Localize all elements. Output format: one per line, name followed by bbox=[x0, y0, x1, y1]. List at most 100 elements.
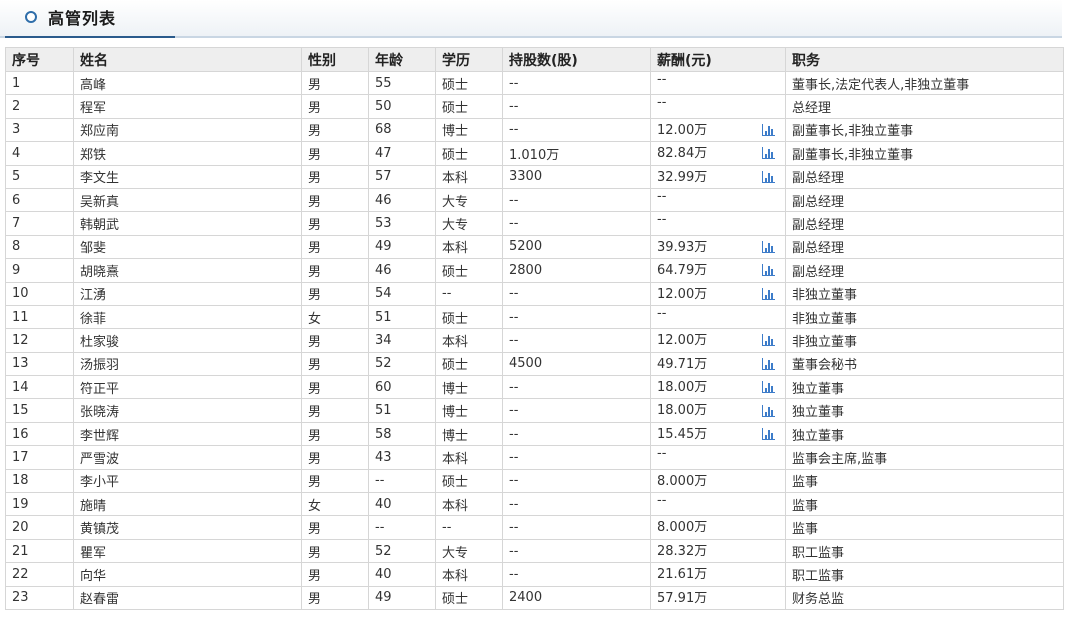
cell-age: 57 bbox=[368, 164, 436, 189]
bar-chart-icon[interactable] bbox=[762, 147, 775, 160]
page-title: 高管列表 bbox=[48, 9, 117, 28]
cell-shares: -- bbox=[502, 515, 651, 540]
salary-cell-wrap: -- bbox=[657, 493, 785, 515]
cell-position: 董事会秘书 bbox=[785, 351, 1064, 377]
cell-position: 监事 bbox=[785, 492, 1064, 517]
cell-salary: -- bbox=[650, 187, 786, 213]
cell-gender: 男 bbox=[301, 117, 369, 143]
cell-position: 副总经理 bbox=[785, 187, 1064, 213]
cell-name: 符正平 bbox=[73, 375, 302, 400]
cell-education: 硕士 bbox=[435, 304, 503, 330]
cell-no: 8 bbox=[5, 234, 74, 260]
column-header-name: 姓名 bbox=[73, 47, 302, 72]
salary-cell-wrap: -- bbox=[657, 189, 785, 210]
salary-value: 18.00万 bbox=[657, 403, 708, 419]
cell-shares: -- bbox=[502, 421, 651, 447]
table-row: 22 向华男 40 本科 -- 21.61万 职工监事 bbox=[5, 562, 1064, 587]
cell-name: 李世辉 bbox=[73, 421, 302, 447]
cell-salary: 28.32万 bbox=[650, 538, 786, 564]
cell-shares: -- bbox=[502, 187, 651, 213]
cell-salary: -- bbox=[650, 492, 786, 517]
cell-age: 54 bbox=[368, 281, 436, 306]
bar-chart-icon[interactable] bbox=[762, 170, 775, 183]
cell-salary: -- bbox=[650, 445, 786, 470]
cell-no: 19 bbox=[5, 492, 74, 517]
salary-cell-wrap: 12.00万 bbox=[657, 283, 785, 304]
cell-gender: 女 bbox=[301, 492, 369, 517]
cell-salary: 8.000万 bbox=[650, 515, 786, 540]
cell-position: 副董事长,非独立董事 bbox=[785, 141, 1064, 166]
cell-age: 50 bbox=[368, 94, 436, 119]
cell-gender: 女 bbox=[301, 304, 369, 330]
cell-position: 财务总监 bbox=[785, 585, 1064, 610]
cell-age: 40 bbox=[368, 492, 436, 517]
cell-name: 严雪波 bbox=[73, 445, 302, 470]
cell-education: 大专 bbox=[435, 187, 503, 213]
cell-position: 副总经理 bbox=[785, 258, 1064, 283]
cell-age: 49 bbox=[368, 585, 436, 610]
table-row: 5 李文生男 57 本科 3300 32.99万 副总经理 bbox=[5, 164, 1064, 189]
salary-value: -- bbox=[657, 493, 667, 509]
cell-name: 郑应南 bbox=[73, 117, 302, 143]
cell-no: 3 bbox=[5, 117, 74, 143]
cell-salary: 12.00万 bbox=[650, 328, 786, 353]
circle-bullet-icon bbox=[25, 11, 37, 23]
cell-no: 1 bbox=[5, 70, 74, 96]
salary-cell-wrap: 32.99万 bbox=[657, 166, 785, 187]
cell-shares: -- bbox=[502, 281, 651, 306]
cell-salary: 18.00万 bbox=[650, 398, 786, 423]
cell-gender: 男 bbox=[301, 515, 369, 540]
cell-shares: -- bbox=[502, 211, 651, 236]
bar-chart-icon[interactable] bbox=[762, 334, 775, 347]
cell-no: 9 bbox=[5, 258, 74, 283]
cell-education: 本科 bbox=[435, 492, 503, 517]
title-underline bbox=[5, 36, 175, 38]
salary-cell-wrap: 15.45万 bbox=[657, 423, 785, 444]
table-row: 20 黄镇茂男 -- -- -- 8.000万 监事 bbox=[5, 515, 1064, 540]
bar-chart-icon[interactable] bbox=[762, 404, 775, 417]
cell-name: 向华 bbox=[73, 562, 302, 587]
salary-cell-wrap: 21.61万 bbox=[657, 564, 785, 585]
table-header-row: 序号 姓名 性别 年龄 学历 持股数(股) 薪酬(元) 职务 bbox=[5, 47, 1064, 72]
bar-chart-icon[interactable] bbox=[762, 357, 775, 370]
cell-education: 硕士 bbox=[435, 258, 503, 283]
bar-chart-icon[interactable] bbox=[762, 123, 775, 136]
cell-position: 非独立董事 bbox=[785, 304, 1064, 330]
bar-chart-icon[interactable] bbox=[762, 428, 775, 441]
cell-no: 11 bbox=[5, 304, 74, 330]
cell-salary: 57.91万 bbox=[650, 585, 786, 610]
cell-salary: 32.99万 bbox=[650, 164, 786, 189]
cell-name: 吴新真 bbox=[73, 187, 302, 213]
cell-name: 黄镇茂 bbox=[73, 515, 302, 540]
cell-position: 职工监事 bbox=[785, 562, 1064, 587]
cell-age: -- bbox=[368, 515, 436, 540]
salary-value: 64.79万 bbox=[657, 263, 708, 279]
salary-cell-wrap: 12.00万 bbox=[657, 119, 785, 140]
cell-education: 本科 bbox=[435, 562, 503, 587]
cell-no: 2 bbox=[5, 94, 74, 119]
cell-education: -- bbox=[435, 281, 503, 306]
cell-position: 副董事长,非独立董事 bbox=[785, 117, 1064, 143]
cell-salary: 8.000万 bbox=[650, 468, 786, 494]
table-row: 16 李世辉男 58 博士 -- 15.45万 独立董事 bbox=[5, 421, 1064, 447]
bar-chart-icon[interactable] bbox=[762, 381, 775, 394]
cell-education: 本科 bbox=[435, 328, 503, 353]
cell-age: 43 bbox=[368, 445, 436, 470]
cell-position: 副总经理 bbox=[785, 211, 1064, 236]
cell-gender: 男 bbox=[301, 562, 369, 587]
cell-name: 高峰 bbox=[73, 70, 302, 96]
bar-chart-icon[interactable] bbox=[762, 264, 775, 277]
table-row: 23 赵春雷男 49 硕士 2400 57.91万 财务总监 bbox=[5, 585, 1064, 610]
cell-age: 40 bbox=[368, 562, 436, 587]
cell-education: 博士 bbox=[435, 421, 503, 447]
cell-name: 韩朝武 bbox=[73, 211, 302, 236]
salary-value: 12.00万 bbox=[657, 286, 708, 302]
bar-chart-icon[interactable] bbox=[762, 287, 775, 300]
salary-value: 8.000万 bbox=[657, 473, 708, 489]
table-row: 3 郑应南男 68 博士 -- 12.00万 副董事长,非独立董事 bbox=[5, 117, 1064, 143]
cell-gender: 男 bbox=[301, 585, 369, 610]
cell-shares: -- bbox=[502, 492, 651, 517]
cell-name: 邹斐 bbox=[73, 234, 302, 260]
table-row: 13 汤振羽男 52 硕士 4500 49.71万 董事会秘书 bbox=[5, 351, 1064, 377]
bar-chart-icon[interactable] bbox=[762, 240, 775, 253]
